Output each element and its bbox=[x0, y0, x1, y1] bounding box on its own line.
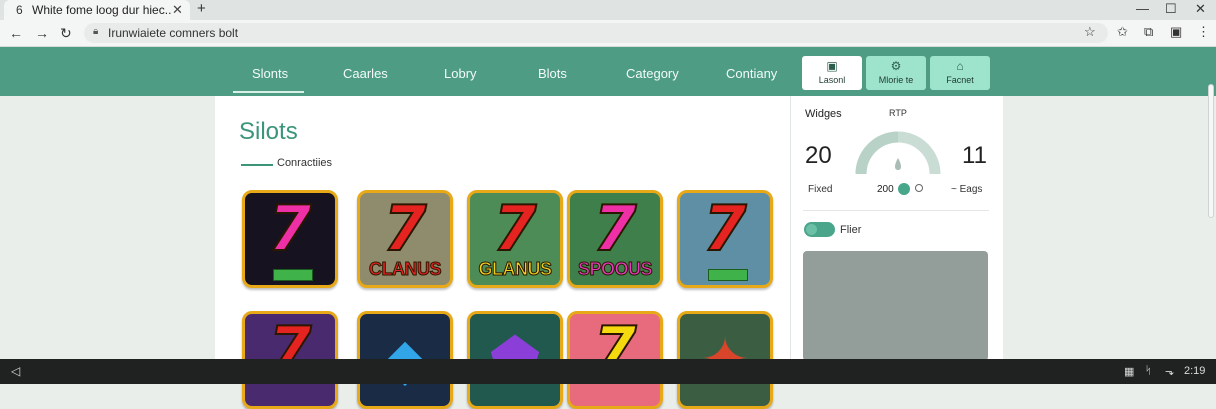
settings-card-button[interactable]: ⚙ Mlorie te bbox=[866, 56, 926, 90]
stat-right: 11 bbox=[962, 142, 987, 169]
clock-time: 2:19 bbox=[1184, 365, 1206, 377]
engagement-label: ~ Eags bbox=[951, 184, 983, 195]
latest-card-button[interactable]: ▣ Lasonl bbox=[802, 56, 862, 90]
maximize-icon[interactable]: ☐ bbox=[1165, 1, 1177, 17]
rtp-label: RTP bbox=[889, 108, 907, 118]
rtp-gauge bbox=[855, 131, 941, 175]
filter-label: Flier bbox=[840, 224, 862, 236]
gauge-ring-icon bbox=[915, 184, 923, 192]
card-label: Lasonl bbox=[818, 75, 846, 85]
slot-tile[interactable]: 7 GLANUS bbox=[467, 190, 563, 288]
play-arrow-icon bbox=[708, 269, 748, 281]
preview-panel bbox=[803, 251, 988, 361]
home-card-button[interactable]: ⌂ Facnet bbox=[930, 56, 990, 90]
lucky-seven-icon: 7 bbox=[492, 192, 537, 265]
tile-caption: CLANUS bbox=[369, 259, 443, 280]
url-bar[interactable]: 🔒︎ Irunwiaiete comners bolt bbox=[84, 23, 1108, 43]
nav-item-company[interactable]: Contiany bbox=[726, 66, 777, 81]
new-tab-icon[interactable]: + bbox=[197, 0, 206, 17]
home-icon: ⌂ bbox=[956, 59, 964, 73]
gauge-value: 200 bbox=[877, 184, 894, 195]
toggle-knob bbox=[806, 224, 817, 235]
page-icon: 6 bbox=[16, 3, 23, 17]
subtitle-rule bbox=[241, 164, 273, 166]
keyboard-icon[interactable]: ▦ bbox=[1124, 365, 1134, 378]
close-tab-icon[interactable]: ✕ bbox=[172, 2, 183, 18]
extension-icon[interactable]: ✩ bbox=[1117, 24, 1128, 40]
volume-icon[interactable]: ⬎ bbox=[1165, 365, 1174, 378]
section-subtitle: Conractiies bbox=[277, 157, 333, 169]
widgets-heading: Widges bbox=[805, 108, 842, 120]
menu-icon[interactable]: ⋮ bbox=[1197, 24, 1210, 40]
gear-icon: ⚙ bbox=[890, 59, 902, 73]
split-view-icon[interactable]: ⧉ bbox=[1144, 24, 1153, 40]
profile-icon[interactable]: ▣ bbox=[1170, 24, 1182, 40]
lock-icon: 🔒︎ bbox=[93, 26, 99, 37]
back-triangle-icon[interactable]: ◁ bbox=[11, 364, 20, 378]
network-icon[interactable]: ᛋ bbox=[1145, 365, 1152, 377]
lucky-seven-icon: 7 bbox=[382, 192, 427, 265]
lucky-seven-icon: 7 bbox=[702, 192, 747, 265]
reload-icon[interactable]: ↻ bbox=[60, 25, 72, 42]
badge-icon: ▣ bbox=[826, 59, 838, 73]
filter-toggle[interactable] bbox=[804, 222, 835, 237]
page-scrollbar[interactable] bbox=[1208, 84, 1214, 218]
tile-caption: GLANUS bbox=[478, 259, 553, 280]
gauge-dot-icon bbox=[898, 183, 910, 195]
forward-icon[interactable]: → bbox=[35, 25, 49, 41]
page-title: Silots bbox=[239, 118, 298, 145]
nav-item-games[interactable]: Caarles bbox=[343, 66, 388, 81]
fixed-label: Fixed bbox=[808, 184, 833, 195]
minimize-icon[interactable]: — bbox=[1136, 1, 1149, 16]
slot-tile[interactable]: 7 bbox=[242, 190, 338, 288]
slot-tile[interactable]: 7 bbox=[677, 190, 773, 288]
taskbar: ◁ ▦ ᛋ ⬎ 2:19 bbox=[0, 359, 1216, 384]
gauge-fill bbox=[855, 131, 899, 175]
site-nav: Slonts Caarles Lobry Blots Category Cont… bbox=[0, 47, 1216, 96]
url-text[interactable]: Irunwiaiete comners bolt bbox=[108, 26, 238, 40]
window-close-icon[interactable]: ✕ bbox=[1195, 1, 1206, 17]
widgets-panel: Widges RTP 20 11 Fixed 200 ~ Eags Flier bbox=[790, 96, 1003, 361]
gauge-needle bbox=[895, 158, 901, 170]
browser-tab[interactable]: 6 White fome loog dur hiec.. ✕ bbox=[4, 0, 190, 20]
nav-item-category[interactable]: Category bbox=[626, 66, 679, 81]
tab-strip: 6 White fome loog dur hiec.. ✕ + — ☐ ✕ bbox=[0, 0, 1216, 20]
divider bbox=[803, 210, 989, 211]
nav-item-lobby[interactable]: Lobry bbox=[444, 66, 477, 81]
card-label: Facnet bbox=[946, 75, 974, 85]
nav-item-slots-2[interactable]: Blots bbox=[538, 66, 567, 81]
bookmark-star-icon[interactable]: ☆ bbox=[1084, 24, 1096, 40]
address-toolbar: ← → ↻ 🔒︎ Irunwiaiete comners bolt ☆ ✩ ⧉ … bbox=[0, 20, 1216, 47]
card-label: Mlorie te bbox=[878, 75, 914, 85]
tab-title: White fome loog dur hiec.. bbox=[32, 3, 172, 17]
lucky-seven-icon: 7 bbox=[267, 192, 312, 265]
play-arrow-icon bbox=[273, 269, 313, 281]
tile-caption: SPOOUS bbox=[577, 259, 653, 280]
nav-item-slots[interactable]: Slonts bbox=[252, 66, 288, 81]
slot-tile[interactable]: 7 SPOOUS bbox=[567, 190, 663, 288]
slot-tile[interactable]: 7 CLANUS bbox=[357, 190, 453, 288]
stat-left: 20 bbox=[805, 142, 832, 169]
back-icon[interactable]: ← bbox=[9, 25, 23, 41]
active-tab-indicator bbox=[233, 91, 304, 93]
lucky-seven-icon: 7 bbox=[592, 192, 637, 265]
main-content: Silots Conractiies 7 7 CLANUS 7 GLANUS 7 SPOOU… bbox=[215, 96, 790, 409]
